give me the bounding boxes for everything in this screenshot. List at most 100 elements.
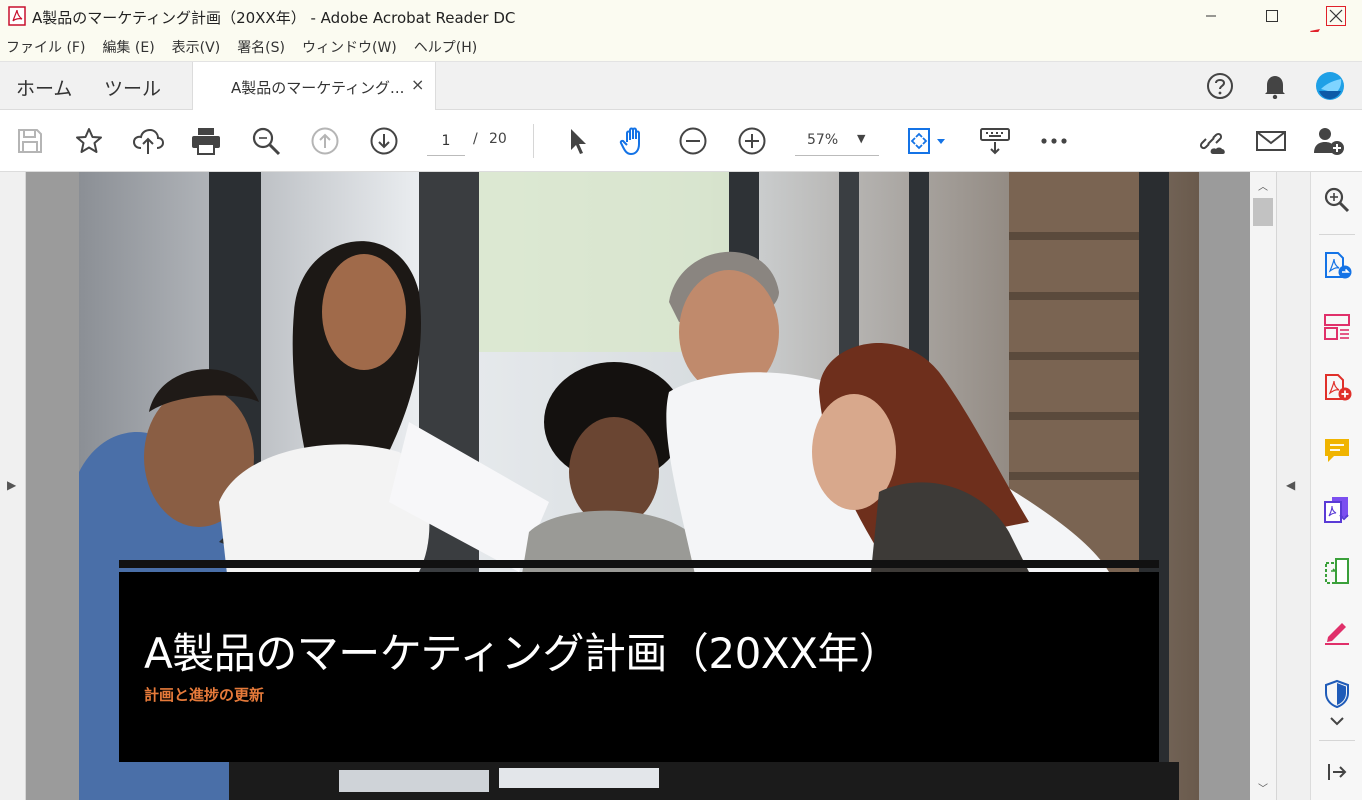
fill-sign-pen-icon bbox=[1325, 623, 1349, 645]
compress-pdf-icon bbox=[1325, 558, 1349, 584]
shield-icon bbox=[1325, 679, 1349, 709]
print-button[interactable] bbox=[189, 124, 223, 158]
tab-document[interactable]: A製品のマーケティング... × bbox=[192, 62, 436, 111]
collapse-pane-icon bbox=[1328, 764, 1347, 780]
document-tab-label: A製品のマーケティング... bbox=[231, 79, 405, 97]
menu-file[interactable]: ファイル (F) bbox=[6, 37, 85, 57]
combine-files-icon bbox=[1324, 497, 1349, 523]
search-zoom-icon bbox=[1324, 187, 1350, 213]
fit-page-icon bbox=[908, 128, 945, 154]
collapse-tools-pane-button[interactable] bbox=[1321, 756, 1353, 788]
more-tools-expand-button[interactable] bbox=[1321, 710, 1353, 732]
hand-icon bbox=[619, 127, 640, 155]
scroll-up-icon[interactable]: ︿ bbox=[1258, 178, 1268, 193]
organize-pages-icon bbox=[1324, 314, 1350, 340]
toolbar: 1 / 20 57% ▼ bbox=[0, 110, 1362, 172]
document-subtitle: 計画と進捗の更新 bbox=[144, 686, 265, 704]
link-cloud-icon bbox=[1199, 132, 1225, 154]
create-pdf-icon bbox=[1325, 374, 1352, 401]
vertical-scrollbar[interactable]: ︿ ﹀ bbox=[1250, 172, 1276, 800]
save-icon bbox=[18, 129, 42, 153]
more-tools-button[interactable] bbox=[1037, 124, 1071, 158]
scroll-down-icon[interactable]: ﹀ bbox=[1258, 780, 1268, 795]
keyboard-scroll-icon bbox=[980, 128, 1010, 155]
menu-help[interactable]: ヘルプ(H) bbox=[414, 37, 477, 57]
zoom-select[interactable]: 57% ▼ bbox=[795, 128, 879, 156]
close-tab-button[interactable]: × bbox=[411, 75, 424, 94]
page-separator: / bbox=[473, 131, 478, 147]
star-icon bbox=[76, 128, 102, 153]
export-pdf-icon bbox=[1325, 252, 1352, 279]
fill-sign-button[interactable] bbox=[1321, 616, 1353, 648]
export-pdf-button[interactable] bbox=[1321, 250, 1353, 282]
hand-tool-button[interactable] bbox=[617, 124, 651, 158]
comment-button[interactable] bbox=[1321, 434, 1353, 466]
zoom-out-button[interactable] bbox=[676, 124, 710, 158]
organize-pages-button[interactable] bbox=[1321, 311, 1353, 343]
cloud-upload-icon bbox=[132, 128, 164, 154]
zoom-in-button[interactable] bbox=[735, 124, 769, 158]
left-panel-toggle[interactable]: ▶ bbox=[0, 172, 26, 800]
bell-icon bbox=[1265, 76, 1285, 99]
zoom-value: 57% bbox=[807, 132, 839, 148]
more-dots-icon bbox=[1041, 138, 1067, 144]
expand-left-icon: ▶ bbox=[7, 478, 17, 492]
search-tool-button[interactable] bbox=[1321, 184, 1353, 216]
toolbar-divider bbox=[533, 124, 534, 158]
right-panel-toggle[interactable]: ◀ bbox=[1276, 172, 1310, 800]
minimize-button[interactable] bbox=[1188, 0, 1234, 32]
cursor-arrow-icon bbox=[571, 129, 586, 154]
tab-home[interactable]: ホーム bbox=[16, 74, 72, 101]
previous-page-button[interactable] bbox=[308, 124, 342, 158]
combine-files-button[interactable] bbox=[1321, 494, 1353, 526]
page-total: 20 bbox=[489, 131, 507, 147]
menu-window[interactable]: ウィンドウ(W) bbox=[302, 37, 397, 57]
cover-title-panel: A製品のマーケティング計画（20XX年） 計画と進捗の更新 bbox=[119, 572, 1159, 762]
scroll-thumb[interactable] bbox=[1253, 198, 1273, 226]
close-highlight-box bbox=[1326, 6, 1346, 26]
window-title: A製品のマーケティング計画（20XX年） - Adobe Acrobat Rea… bbox=[32, 9, 516, 27]
envelope-icon bbox=[1256, 131, 1286, 151]
minus-circle-icon bbox=[679, 127, 707, 155]
tab-tools[interactable]: ツール bbox=[104, 74, 161, 101]
compress-pdf-button[interactable] bbox=[1321, 556, 1353, 588]
menu-view[interactable]: 表示(V) bbox=[172, 37, 221, 57]
document-title: A製品のマーケティング計画（20XX年） bbox=[144, 629, 901, 678]
magnifier-icon bbox=[252, 127, 281, 156]
email-button[interactable] bbox=[1254, 124, 1288, 158]
minimize-icon bbox=[1206, 15, 1216, 17]
next-page-button[interactable] bbox=[367, 124, 401, 158]
pdf-page[interactable]: A製品のマーケティング計画（20XX年） 計画と進捗の更新 bbox=[79, 172, 1199, 800]
save-button[interactable] bbox=[13, 124, 47, 158]
tab-bar: ホーム ツール A製品のマーケティング... × bbox=[0, 62, 1362, 111]
title-bar: A製品のマーケティング計画（20XX年） - Adobe Acrobat Rea… bbox=[0, 0, 1362, 32]
create-pdf-button[interactable] bbox=[1321, 372, 1353, 404]
chevron-down-icon bbox=[1330, 717, 1344, 726]
close-icon bbox=[1329, 9, 1343, 23]
tools-separator-bottom bbox=[1319, 740, 1355, 741]
help-icon bbox=[1207, 73, 1233, 99]
acrobat-app-icon bbox=[8, 6, 26, 26]
plus-circle-icon bbox=[738, 127, 766, 155]
select-tool-button[interactable] bbox=[560, 124, 594, 158]
help-button[interactable] bbox=[1205, 71, 1235, 101]
menu-edit[interactable]: 編集 (E) bbox=[102, 37, 154, 57]
find-zoom-button[interactable] bbox=[249, 124, 283, 158]
upload-cloud-button[interactable] bbox=[131, 124, 165, 158]
arrow-down-circle-icon bbox=[370, 127, 398, 155]
page-number-input[interactable]: 1 bbox=[427, 130, 465, 156]
scroll-mode-button[interactable] bbox=[978, 124, 1012, 158]
share-link-button[interactable] bbox=[1195, 124, 1229, 158]
protect-button[interactable] bbox=[1321, 678, 1353, 710]
bookmark-star-button[interactable] bbox=[72, 124, 106, 158]
printer-icon bbox=[192, 128, 220, 155]
chevron-down-icon: ▼ bbox=[857, 132, 866, 145]
add-people-button[interactable] bbox=[1312, 124, 1346, 158]
tools-separator bbox=[1319, 234, 1355, 235]
notifications-button[interactable] bbox=[1260, 71, 1290, 101]
menu-sign[interactable]: 署名(S) bbox=[237, 37, 285, 57]
fit-page-button[interactable] bbox=[902, 124, 952, 158]
account-avatar-button[interactable] bbox=[1315, 71, 1345, 101]
avatar-icon bbox=[1316, 72, 1344, 100]
maximize-icon bbox=[1266, 10, 1278, 22]
